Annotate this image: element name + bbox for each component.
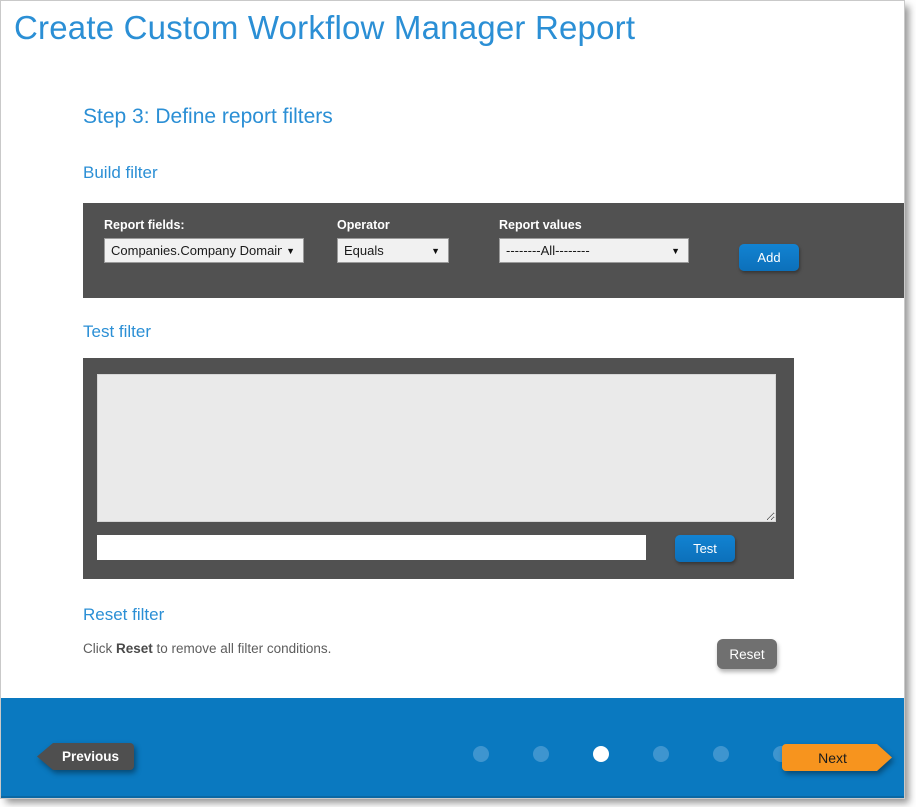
build-filter-heading: Build filter [83,163,158,183]
report-values-label: Report values [499,218,689,232]
wizard-footer: Previous Next [1,698,904,799]
next-button[interactable]: Next [782,744,892,771]
report-values-group: Report values --------All-------- ▼ [499,218,689,263]
operator-label: Operator [337,218,449,232]
build-filter-panel: Report fields: Companies.Company Domain … [83,203,905,298]
report-fields-label: Report fields: [104,218,304,232]
progress-dot [473,746,489,762]
chevron-down-icon: ▼ [427,246,448,256]
reset-instruction-suffix: to remove all filter conditions. [153,641,332,656]
report-fields-selected-value: Companies.Company Domain Na [105,243,282,258]
add-button[interactable]: Add [739,244,799,271]
filter-conditions-textarea[interactable] [97,374,776,522]
operator-select[interactable]: Equals ▼ [337,238,449,263]
page-title: Create Custom Workflow Manager Report [14,9,635,47]
test-filter-heading: Test filter [83,322,151,342]
progress-dot [653,746,669,762]
report-values-selected-value: --------All-------- [500,243,667,258]
reset-instruction-bold: Reset [116,641,153,656]
progress-dot-active [593,746,609,762]
test-filter-panel: Test [83,358,794,579]
progress-dot [713,746,729,762]
step-title: Step 3: Define report filters [83,105,333,129]
operator-selected-value: Equals [338,243,427,258]
operator-group: Operator Equals ▼ [337,218,449,263]
reset-button[interactable]: Reset [717,639,777,669]
chevron-down-icon: ▼ [667,246,688,256]
previous-button-wrap: Previous [37,743,134,770]
previous-button[interactable]: Previous [37,743,134,770]
chevron-down-icon: ▼ [282,246,303,256]
progress-dot [533,746,549,762]
test-button[interactable]: Test [675,535,735,562]
reset-filter-heading: Reset filter [83,605,164,625]
next-button-wrap: Next [782,744,892,771]
progress-dots [473,746,789,762]
reset-instruction: Click Reset to remove all filter conditi… [83,641,331,656]
wizard-page: Create Custom Workflow Manager Report St… [0,0,905,799]
test-value-input[interactable] [97,535,646,560]
reset-instruction-prefix: Click [83,641,116,656]
report-values-select[interactable]: --------All-------- ▼ [499,238,689,263]
report-fields-group: Report fields: Companies.Company Domain … [104,218,304,263]
report-fields-select[interactable]: Companies.Company Domain Na ▼ [104,238,304,263]
